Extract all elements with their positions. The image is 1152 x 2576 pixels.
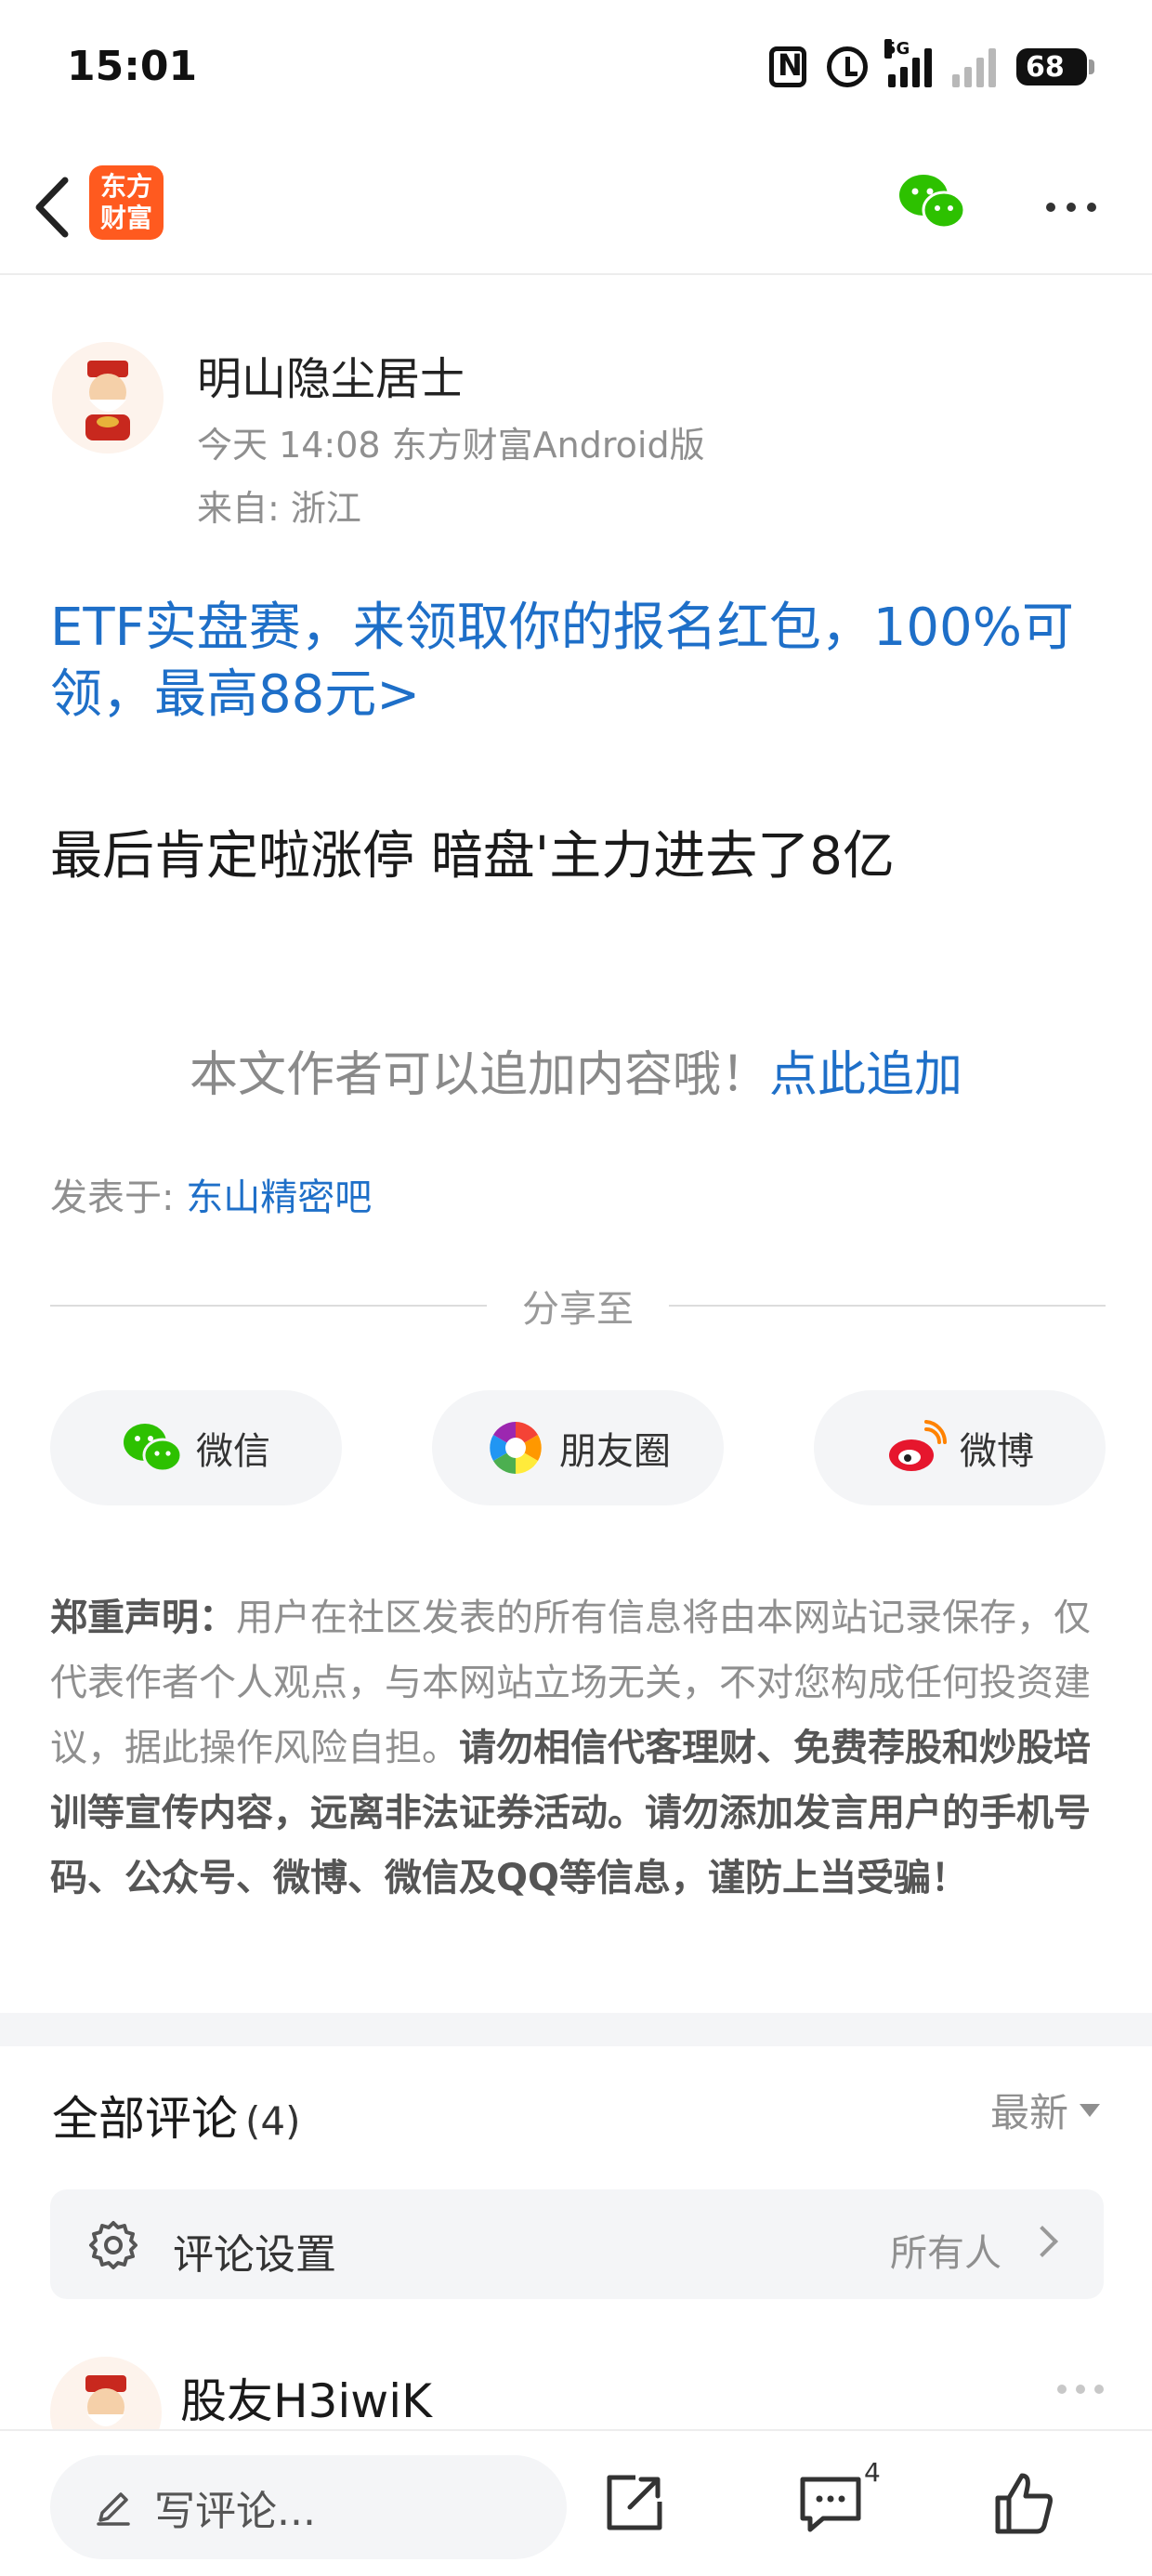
battery-icon: 68: [1016, 48, 1094, 85]
comments-title-text: 全部评论: [52, 2092, 238, 2146]
stock-bar-link[interactable]: 东山精密吧: [186, 1176, 372, 1219]
disclaimer: 郑重声明：用户在社区发表的所有信息将由本网站记录保存，仅代表作者个人观点，与本网…: [50, 1585, 1106, 1911]
share-wechat-label: 微信: [196, 1430, 270, 1473]
signal-5g-icon: 5G: [884, 39, 932, 87]
share-moments-button[interactable]: 朋友圈: [432, 1390, 724, 1505]
post-meta: 今天 14:08 东方财富Android版: [197, 425, 705, 466]
share-moments-label: 朋友圈: [559, 1430, 671, 1473]
comments-title: 全部评论 (4): [52, 2082, 301, 2149]
post-location: 来自: 浙江: [197, 488, 361, 529]
comment-icon[interactable]: [795, 2468, 866, 2539]
wechat-share-icon[interactable]: [897, 171, 968, 232]
author-avatar[interactable]: [52, 342, 164, 453]
battery-level: 68: [1026, 50, 1065, 84]
share-weibo-label: 微博: [960, 1430, 1034, 1473]
app-logo-line2: 财富: [99, 203, 152, 233]
append-hint-text: 本文作者可以追加内容哦！: [189, 1047, 769, 1103]
append-hint: 本文作者可以追加内容哦！点此追加: [0, 1035, 1152, 1105]
posted-in-label: 发表于:: [50, 1176, 187, 1219]
status-icons: 5G 68: [769, 39, 1094, 93]
network-type: 5G: [884, 39, 910, 59]
write-comment-placeholder: 写评论...: [154, 2488, 316, 2535]
disclaimer-heading: 郑重声明：: [50, 1597, 236, 1639]
section-divider: [0, 2013, 1152, 2046]
chevron-right-icon: [1027, 2226, 1058, 2257]
more-options-icon[interactable]: [1046, 203, 1096, 212]
comment-settings-value: 所有人: [890, 2232, 1001, 2275]
share-row: 微信 朋友圈 微博: [50, 1390, 1106, 1505]
author-header: 明山隐尘居士 今天 14:08 东方财富Android版 来自: 浙江: [52, 342, 1111, 529]
write-comment-input[interactable]: 写评论...: [50, 2455, 567, 2559]
app-logo-line1: 东方: [99, 171, 152, 202]
status-bar: 15:01 5G 68: [0, 0, 1152, 139]
comments-count: (4): [245, 2098, 301, 2144]
wechat-icon: [124, 1424, 183, 1473]
post-body: 最后肯定啦涨停 暗盘'主力进去了8亿: [50, 826, 895, 887]
alarm-icon: [827, 46, 868, 87]
share-weibo-button[interactable]: 微博: [814, 1390, 1106, 1505]
share-icon[interactable]: [598, 2468, 669, 2539]
comment-count-badge: 4: [864, 2457, 881, 2488]
moments-icon: [490, 1422, 542, 1474]
top-nav: 东方 财富: [0, 139, 1152, 275]
append-link[interactable]: 点此追加: [769, 1047, 962, 1103]
share-wechat-button[interactable]: 微信: [50, 1390, 342, 1505]
thumbs-up-icon[interactable]: [988, 2468, 1059, 2539]
author-name[interactable]: 明山隐尘居士: [197, 342, 465, 407]
comment-settings-label: 评论设置: [173, 2231, 336, 2279]
commenter-name[interactable]: 股友H3iwiK: [180, 2364, 432, 2431]
nfc-icon: [769, 46, 806, 87]
share-divider: 分享至: [50, 1279, 1106, 1331]
signal-secondary-icon: [952, 46, 996, 87]
share-title: 分享至: [522, 1288, 634, 1331]
caret-down-icon: [1080, 2103, 1100, 2117]
promo-link[interactable]: ETF实盘赛，来领取你的报名红包，100%可领，最高88元>: [50, 595, 1109, 729]
comment-sort-label: 最新: [989, 2090, 1068, 2136]
comment-more-icon[interactable]: [1057, 2385, 1104, 2394]
weibo-icon: [889, 1420, 947, 1471]
app-logo[interactable]: 东方 财富: [89, 165, 164, 240]
gear-icon: [89, 2221, 137, 2269]
posted-in: 发表于: 东山精密吧: [50, 1167, 372, 1221]
comment-settings-row[interactable]: 评论设置 所有人: [50, 2189, 1104, 2299]
back-arrow-icon[interactable]: [28, 173, 84, 242]
pencil-icon: [97, 2492, 130, 2526]
comment-sort-dropdown[interactable]: 最新: [990, 2082, 1100, 2138]
bottom-bar: 写评论... 4: [0, 2429, 1152, 2576]
status-time: 15:01: [67, 43, 198, 90]
